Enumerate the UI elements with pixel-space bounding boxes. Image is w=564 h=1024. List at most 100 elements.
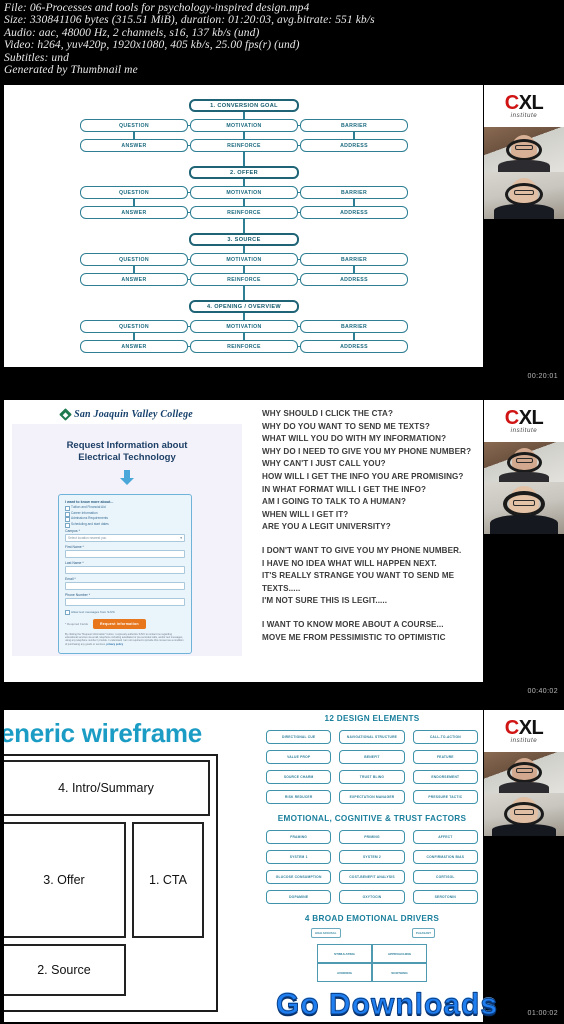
flow-connector-vertical: [353, 132, 355, 139]
select-campus[interactable]: Select location nearest you: [65, 533, 185, 542]
cxl-logo-3: CXL institute: [484, 710, 564, 752]
wireframe-canvas: 4. Intro/Summary 3. Offer 1. CTA 2. Sour…: [4, 754, 218, 1012]
slide-sjvc-questions: San Joaquin Valley College Request Infor…: [4, 400, 483, 682]
flow-connector-horizontal: [188, 325, 190, 328]
checkbox-sms-optin[interactable]: Allow text messages from SJVC: [65, 610, 185, 616]
design-element-cell: NAVIGATIONAL STRUCTURE: [339, 730, 405, 744]
flow-box-reinforce: REINFORCE: [190, 340, 298, 353]
driver-avoiding: AVOIDING: [317, 963, 372, 982]
flow-connector-vertical: [353, 333, 355, 340]
timestamp-1: 00:20:01: [527, 373, 558, 380]
flow-box-question: QUESTION: [80, 119, 188, 132]
sjvc-logo: San Joaquin Valley College: [12, 404, 242, 424]
flow-box-address: ADDRESS: [300, 340, 408, 353]
flow-box-answer: ANSWER: [80, 340, 188, 353]
webcam-participant-2: [484, 172, 564, 219]
factor-cell: SYSTEM 2: [339, 850, 405, 864]
input-phone[interactable]: [65, 597, 185, 606]
flow-connector-horizontal: [298, 345, 300, 348]
factor-cell: AFFECT: [412, 830, 478, 844]
design-element-cell: BENEFIT: [339, 750, 405, 764]
flow-connector-horizontal: [188, 124, 190, 127]
webcam-participant-2: [484, 793, 564, 836]
flow-box-motivation: MOTIVATION: [190, 186, 298, 199]
question-item: ARE YOU A LEGIT UNIVERSITY?: [262, 522, 391, 532]
goal-item: MOVE ME FROM PESSIMISTIC TO OPTIMISTIC: [262, 632, 446, 642]
design-element-cell: TRUST BLING: [339, 770, 405, 784]
label-email: Email *: [65, 576, 76, 581]
flow-box-barrier: BARRIER: [300, 186, 408, 199]
flow-box-motivation: MOTIVATION: [190, 320, 298, 333]
required-fields-note: * Required Fields: [65, 621, 89, 626]
cxl-logo-subtitle: institute: [510, 736, 538, 744]
input-email[interactable]: [65, 581, 185, 590]
design-element-cell: CALL-TO-ACTION: [412, 730, 478, 744]
flow-connector-vertical: [243, 179, 245, 186]
factor-cell: SEROTONIN: [412, 890, 478, 904]
flow-connector-vertical: [243, 246, 245, 253]
wireframe-box-source: 2. Source: [4, 944, 126, 996]
conversion-flow-diagram: 1. CONVERSION GOAL QUESTION MOTIVATION BARR…: [4, 85, 483, 367]
design-element-cell: DIRECTIONAL CUE: [266, 730, 332, 744]
down-arrow-icon: [120, 470, 134, 486]
cxl-logo-c: C: [504, 91, 519, 114]
design-element-cell: EXPECTATION MANAGER: [339, 790, 405, 804]
input-last-name[interactable]: [65, 565, 185, 574]
cxl-logo-c: C: [504, 716, 519, 739]
flow-box-answer: ANSWER: [80, 139, 188, 152]
flow-box-motivation: MOTIVATION: [190, 253, 298, 266]
form-lead-label: I want to know more about...: [65, 500, 114, 504]
label-first-name: First Name *: [65, 544, 84, 549]
thumbnail-row-1: 1. CONVERSION GOAL QUESTION MOTIVATION BARR…: [0, 85, 564, 390]
visitor-questions-list: WHY SHOULD I CLICK THE CTA? WHY DO YOU WA…: [262, 408, 477, 644]
factors-title: EMOTIONAL, COGNITIVE & TRUST FACTORS: [277, 814, 467, 823]
question-item: WHEN WILL I GET IT?: [262, 509, 349, 519]
label-campus: Campus *: [65, 528, 80, 533]
design-elements-panel: 12 DESIGN ELEMENTS DIRECTIONAL CUE NAVIGA…: [266, 714, 478, 982]
cxl-logo-2: CXL institute: [484, 400, 564, 442]
meta-line-generator: Generated by Thumbnail me: [4, 63, 138, 76]
webcam-participant-1: [484, 442, 564, 482]
driver-approaching: APPROACHING: [372, 944, 427, 963]
flow-connector-horizontal: [298, 325, 300, 328]
flow-connector-horizontal: [188, 211, 190, 214]
form-checkbox-career[interactable]: Career Information: [65, 511, 185, 517]
go-downloads-watermark: Go Downloads: [276, 988, 560, 1022]
flow-connector-vertical: [243, 219, 245, 233]
privacy-policy-link[interactable]: privacy policy: [106, 643, 123, 646]
flow-connector-horizontal: [298, 144, 300, 147]
form-checkbox-tuition[interactable]: Tuition and Financial Aid: [65, 505, 185, 512]
form-fine-print: By clicking the "Request Information" bu…: [65, 633, 185, 647]
form-checkbox-admissions[interactable]: Admissions Requirements: [65, 516, 185, 523]
wireframe-box-offer: 3. Offer: [4, 822, 126, 938]
input-first-name[interactable]: [65, 549, 185, 558]
design-elements-title: 12 DESIGN ELEMENTS: [324, 714, 420, 723]
driver-callout-arousal: HIGH AROUSAL: [311, 928, 341, 938]
flow-connector-vertical: [133, 266, 135, 273]
meta-line-file: File: 06-Processes and tools for psychol…: [4, 2, 310, 14]
cxl-logo-c: C: [504, 406, 519, 429]
watermark-text: Go Downloads: [276, 988, 498, 1022]
timestamp-3: 01:00:02: [527, 1010, 558, 1017]
label-phone: Phone Number *: [65, 592, 91, 597]
meta-line-video: Video: h264, yuv420p, 1920x1080, 405 kb/…: [4, 39, 300, 52]
flow-box-reinforce: REINFORCE: [190, 139, 298, 152]
label-last-name: Last Name *: [65, 560, 84, 565]
sjvc-landing-page: San Joaquin Valley College Request Infor…: [12, 404, 242, 656]
flow-box-answer: ANSWER: [80, 273, 188, 286]
request-information-button[interactable]: Request Information: [93, 618, 146, 629]
flow-stage-1: 1. CONVERSION GOAL: [189, 99, 299, 112]
driver-soothing: SOOTHING: [372, 963, 427, 982]
form-checkbox-scheduling[interactable]: Scheduling and start dates: [65, 522, 185, 528]
flow-connector-horizontal: [298, 211, 300, 214]
wireframe-box-intro: 4. Intro/Summary: [4, 760, 210, 816]
question-item: WHY SHOULD I CLICK THE CTA?: [262, 409, 393, 418]
design-element-cell: SOURCE CHARM: [266, 770, 332, 784]
cxl-logo-xl: XL: [518, 716, 544, 739]
factor-cell: PRIMING: [339, 830, 405, 844]
webcam-participant-2: [484, 482, 564, 534]
driver-callout-pleasant: PLEASANT: [411, 928, 435, 938]
sjvc-request-form: I want to know more about... Tuition and…: [58, 494, 192, 654]
flow-connector-vertical: [243, 112, 245, 119]
